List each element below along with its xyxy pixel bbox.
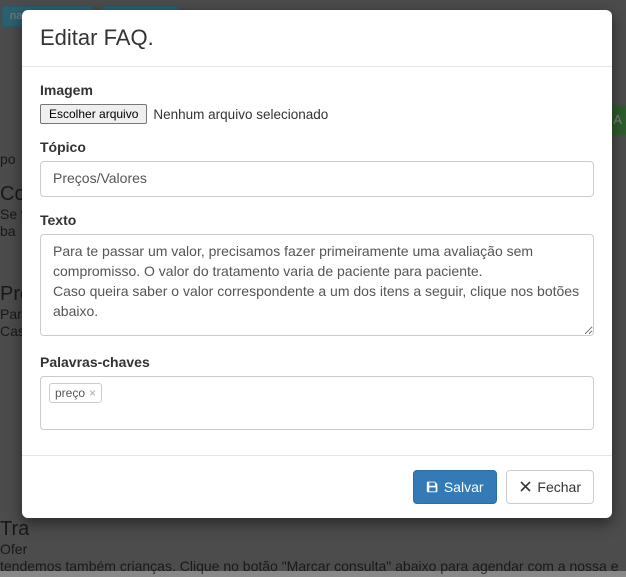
file-status-text: Nenhum arquivo selecionado [153,107,328,122]
modal-body: Imagem Escolher arquivo Nenhum arquivo s… [22,67,612,455]
topico-input[interactable] [40,161,594,197]
tag-label: preço [55,386,85,400]
field-imagem: Imagem Escolher arquivo Nenhum arquivo s… [40,82,594,124]
tag-remove-icon[interactable]: × [89,387,96,399]
save-button[interactable]: Salvar [413,470,497,504]
texto-textarea[interactable] [40,234,594,336]
field-palavras-chaves: Palavras-chaves preço × [40,354,594,430]
edit-faq-modal: Editar FAQ. Imagem Escolher arquivo Nenh… [22,10,612,518]
modal-header: Editar FAQ. [22,10,612,67]
field-texto: Texto [40,212,594,339]
close-button[interactable]: Fechar [506,470,594,504]
modal-title: Editar FAQ. [40,25,594,51]
save-button-label: Salvar [444,478,484,496]
tag-chip: preço × [49,383,102,403]
save-icon [426,480,439,493]
label-texto: Texto [40,212,594,228]
label-palavras-chaves: Palavras-chaves [40,354,594,370]
label-topico: Tópico [40,139,594,155]
close-icon [519,480,532,493]
field-topico: Tópico [40,139,594,197]
close-button-label: Fechar [537,478,581,496]
modal-footer: Salvar Fechar [22,455,612,518]
label-imagem: Imagem [40,82,594,98]
choose-file-button[interactable]: Escolher arquivo [40,104,147,124]
tags-input[interactable]: preço × [40,376,594,430]
